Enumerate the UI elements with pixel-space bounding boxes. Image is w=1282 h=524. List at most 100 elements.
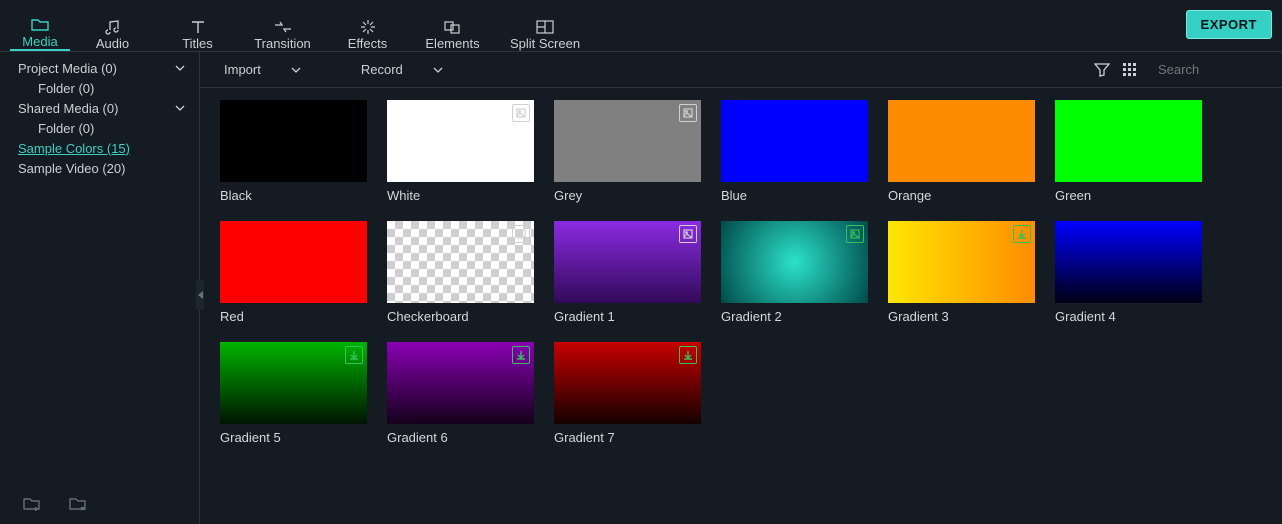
thumbnail[interactable]: Checkerboard — [387, 221, 534, 324]
sidebar-item-label: Folder (0) — [38, 121, 94, 136]
tab-media[interactable]: Media — [10, 5, 70, 51]
sidebar-item[interactable]: Sample Video (20) — [0, 158, 199, 178]
tab-label: Titles — [182, 36, 213, 51]
download-badge-icon — [345, 346, 363, 364]
thumbnail-swatch — [220, 221, 367, 303]
thumbnail-label: Green — [1055, 188, 1202, 203]
transition-icon — [273, 18, 293, 36]
thumbnail[interactable]: Red — [220, 221, 367, 324]
tab-transition[interactable]: Transition — [240, 5, 325, 51]
thumbnail-swatch — [387, 221, 534, 303]
thumbnail-swatch — [220, 100, 367, 182]
sidebar-item[interactable]: Folder (0) — [0, 118, 199, 138]
filter-icon[interactable] — [1088, 56, 1116, 84]
thumbnail-grid: Black White Grey Blue Orange Green Red Checkerb… — [220, 100, 1272, 445]
thumbnail-label: Gradient 2 — [721, 309, 868, 324]
tab-label: Split Screen — [510, 36, 580, 51]
tab-audio[interactable]: Audio — [70, 5, 155, 51]
thumbnail-label: Gradient 3 — [888, 309, 1035, 324]
record-dropdown[interactable]: Record — [361, 62, 443, 77]
image-badge-icon — [512, 225, 530, 243]
tab-titles[interactable]: Titles — [155, 5, 240, 51]
tab-label: Audio — [96, 36, 129, 51]
image-badge-icon — [679, 104, 697, 122]
import-label: Import — [224, 62, 261, 77]
thumbnail[interactable]: Gradient 5 — [220, 342, 367, 445]
import-dropdown[interactable]: Import — [224, 62, 301, 77]
thumbnail[interactable]: Gradient 1 — [554, 221, 701, 324]
tab-label: Effects — [348, 36, 388, 51]
thumbnail-label: Grey — [554, 188, 701, 203]
search-box — [1152, 57, 1272, 83]
thumbnail-swatch — [554, 342, 701, 424]
sidebar-item-label: Sample Video (20) — [18, 161, 125, 176]
sparkle-icon — [358, 18, 378, 36]
sidebar-item-label: Shared Media (0) — [18, 101, 118, 116]
download-badge-icon — [1013, 225, 1031, 243]
sidebar-item[interactable]: Folder (0) — [0, 78, 199, 98]
split-screen-icon — [535, 18, 555, 36]
chevron-down-icon — [291, 67, 301, 73]
search-input[interactable] — [1158, 62, 1282, 77]
thumbnail-swatch — [1055, 100, 1202, 182]
tab-effects[interactable]: Effects — [325, 5, 410, 51]
thumbnail-swatch — [888, 100, 1035, 182]
folder-icon — [30, 16, 50, 34]
thumbnail[interactable]: Gradient 4 — [1055, 221, 1202, 324]
thumbnail-swatch — [721, 100, 868, 182]
download-badge-icon — [512, 346, 530, 364]
tab-label: Media — [22, 34, 57, 49]
thumbnail[interactable]: Gradient 2 — [721, 221, 868, 324]
sidebar-item[interactable]: Project Media (0) — [0, 58, 199, 78]
delete-folder-icon[interactable] — [64, 490, 92, 518]
thumbnail-swatch — [554, 221, 701, 303]
sidebar-item-label: Sample Colors (15) — [18, 141, 130, 156]
elements-icon — [443, 18, 463, 36]
sidebar-item[interactable]: Shared Media (0) — [0, 98, 199, 118]
thumbnail[interactable]: Blue — [721, 100, 868, 203]
thumbnail-swatch — [387, 100, 534, 182]
top-toolbar: Media Audio Titles Transition Effects — [0, 0, 1282, 52]
thumbnail-swatch — [387, 342, 534, 424]
thumbnail[interactable]: Green — [1055, 100, 1202, 203]
grid-view-icon[interactable] — [1116, 56, 1144, 84]
image-badge-icon — [679, 225, 697, 243]
thumbnail-swatch — [888, 221, 1035, 303]
sidebar-item-label: Folder (0) — [38, 81, 94, 96]
music-icon — [103, 18, 123, 36]
thumbnail-label: Black — [220, 188, 367, 203]
thumbnail-label: Orange — [888, 188, 1035, 203]
image-badge-icon — [512, 104, 530, 122]
tab-label: Elements — [425, 36, 479, 51]
thumbnail[interactable]: Gradient 6 — [387, 342, 534, 445]
thumbnail-label: Gradient 5 — [220, 430, 367, 445]
thumbnail-label: Gradient 7 — [554, 430, 701, 445]
thumbnail[interactable]: White — [387, 100, 534, 203]
sidebar-drag-handle[interactable] — [196, 280, 204, 310]
thumbnail[interactable]: Grey — [554, 100, 701, 203]
thumbnail[interactable]: Gradient 7 — [554, 342, 701, 445]
sidebar-item-label: Project Media (0) — [18, 61, 117, 76]
record-label: Record — [361, 62, 403, 77]
thumbnail[interactable]: Orange — [888, 100, 1035, 203]
thumbnail[interactable]: Black — [220, 100, 367, 203]
image-badge-icon — [846, 225, 864, 243]
export-button[interactable]: EXPORT — [1186, 10, 1272, 39]
thumbnail-label: Red — [220, 309, 367, 324]
thumbnail-label: Gradient 4 — [1055, 309, 1202, 324]
sidebar-item[interactable]: Sample Colors (15) — [0, 138, 199, 158]
thumbnail-label: Gradient 6 — [387, 430, 534, 445]
thumbnail-swatch — [721, 221, 868, 303]
sub-toolbar: Import Record — [200, 52, 1282, 88]
thumbnail-swatch — [554, 100, 701, 182]
thumbnail[interactable]: Gradient 3 — [888, 221, 1035, 324]
chevron-down-icon — [175, 105, 185, 111]
tab-split-screen[interactable]: Split Screen — [495, 5, 595, 51]
thumbnail-label: White — [387, 188, 534, 203]
download-badge-icon — [679, 346, 697, 364]
new-folder-icon[interactable] — [18, 490, 46, 518]
tab-elements[interactable]: Elements — [410, 5, 495, 51]
chevron-down-icon — [433, 67, 443, 73]
sidebar: Project Media (0) Folder (0) Shared Media … — [0, 52, 200, 524]
thumbnail-swatch — [1055, 221, 1202, 303]
